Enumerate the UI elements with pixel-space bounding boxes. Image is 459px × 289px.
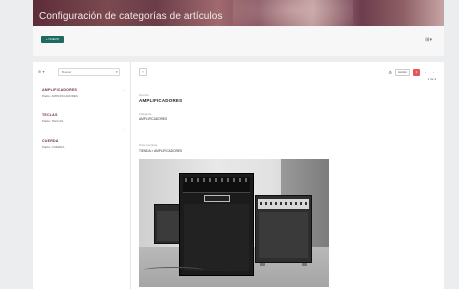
pager-next-icon[interactable]: ›: [431, 70, 436, 74]
name-label: Nombre: [139, 93, 149, 97]
chevron-right-icon: ›: [123, 88, 124, 92]
category-name: CUERDA: [42, 139, 59, 143]
chevron-right-icon: ›: [123, 127, 124, 131]
action-button[interactable]: Acción: [394, 68, 410, 76]
search-icon[interactable]: ⌕: [116, 69, 118, 74]
main-amplifier: [179, 173, 254, 276]
name-value: AMPLIFICADORES: [139, 98, 183, 103]
search-input[interactable]: [59, 69, 111, 75]
category-image: [139, 159, 329, 287]
category-subtitle: Padre: AMPLIFICADORES: [42, 94, 79, 98]
small-amplifier: [154, 204, 182, 244]
pager-current[interactable]: 1: [413, 68, 420, 76]
category-name: AMPLIFICADORES: [42, 88, 78, 92]
head-amplifier: [255, 195, 312, 266]
category-subtitle: Padre: TECLAS: [42, 119, 64, 123]
category-item-amplificadores[interactable]: AMPLIFICADORES Padre: AMPLIFICADORES ›: [42, 88, 124, 98]
category-item-teclas[interactable]: TECLAS Padre: TECLAS ›: [42, 113, 124, 131]
toolbar: + NUEVO ⊞▾: [33, 26, 444, 56]
category-list-panel: ⊕ ▾ ⌕ AMPLIFICADORES Padre: AMPLIFICADOR…: [33, 62, 131, 289]
search-row: ⊕ ▾ ⌕: [38, 68, 126, 76]
category-item-cuerda[interactable]: CUERDA Padre: CUERDA: [42, 139, 122, 149]
category-name: TECLAS: [42, 113, 58, 117]
new-button[interactable]: + NUEVO: [41, 36, 64, 43]
user-icon[interactable]: ⊞▾: [425, 37, 432, 43]
filter-dropdown[interactable]: ⊕ ▾: [38, 69, 44, 74]
page-title: Configuración de categorías de artículos: [39, 11, 223, 22]
search-box: ⌕: [58, 68, 120, 76]
gear-icon[interactable]: ⚙: [388, 70, 392, 75]
pager-prev-icon[interactable]: ‹: [423, 70, 428, 74]
record-toolbar: ⚙ Acción 1 ‹ ›: [388, 68, 436, 76]
description-label: Categoría: [139, 112, 152, 116]
main-panel: ⊕ ▾ ⌕ AMPLIFICADORES Padre: AMPLIFICADOR…: [33, 62, 444, 289]
description-value: AMPLIFICADORES: [139, 117, 168, 121]
pager-count: 1 de 3: [427, 77, 436, 81]
path-value: TIENDA > AMPLIFICADORES: [139, 149, 183, 153]
path-label: Ruta completa: [139, 143, 158, 147]
banner-glow: [233, 0, 353, 26]
amplifier-cable: [144, 267, 204, 273]
page-header-banner: Configuración de categorías de artículos: [33, 0, 444, 26]
back-button[interactable]: ‹: [139, 68, 147, 76]
category-subtitle: Padre: CUERDA: [42, 145, 65, 149]
category-detail-panel: ‹ ⚙ Acción 1 ‹ › 1 de 3 Nombre AMPLIFICA…: [133, 62, 444, 289]
